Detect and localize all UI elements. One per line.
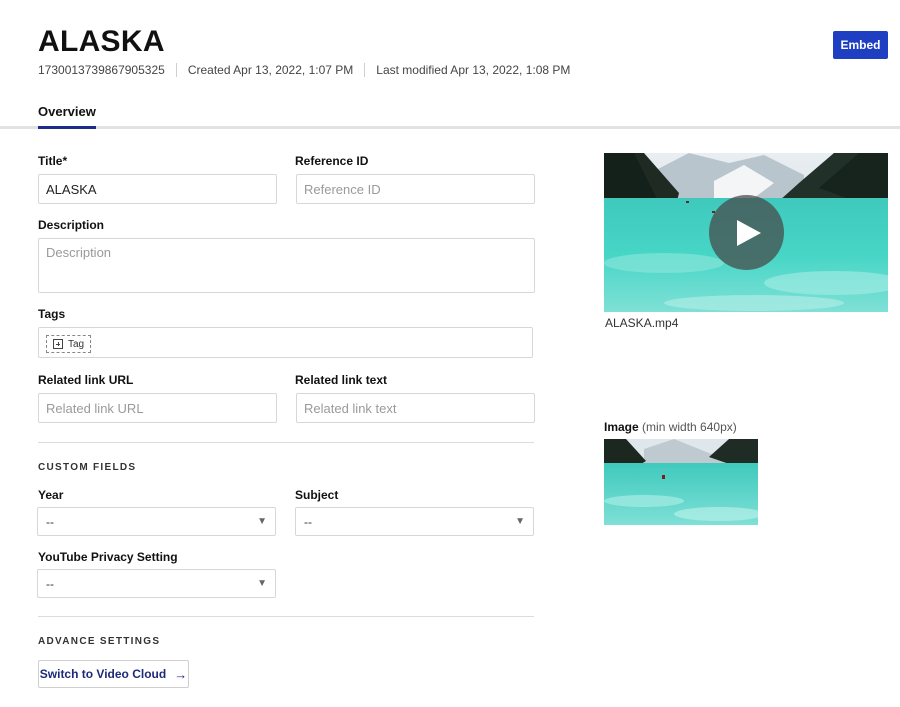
lake-thumbnail-image [604,439,758,525]
caret-down-icon: ▼ [515,516,525,527]
caret-down-icon: ▼ [257,516,267,527]
meta-separator [364,63,366,77]
title-input[interactable] [38,174,277,204]
asset-meta: 1730013739867905325 Created Apr 13, 2022… [38,62,570,78]
play-button[interactable] [709,195,784,270]
image-hint: (min width 640px) [642,420,737,434]
embed-button[interactable]: Embed [833,31,888,59]
created-date: Created Apr 13, 2022, 1:07 PM [187,63,354,77]
related-url-label: Related link URL [38,373,134,387]
tab-overview[interactable]: Overview [38,104,96,129]
page-title: ALASKA [38,25,165,58]
description-textarea[interactable] [38,238,535,293]
title-label: Title* [38,154,68,168]
modified-date: Last modified Apr 13, 2022, 1:08 PM [376,63,571,77]
youtube-privacy-value: -- [46,576,54,591]
caret-down-icon: ▼ [257,578,267,589]
related-url-input[interactable] [38,393,277,423]
subject-label: Subject [295,488,339,502]
advance-settings-heading: ADVANCE SETTINGS [38,636,161,647]
plus-square-icon [53,339,63,349]
subject-select[interactable]: -- ▼ [295,507,534,536]
subject-value: -- [304,514,312,529]
year-select[interactable]: -- ▼ [37,507,276,536]
video-preview[interactable] [604,153,888,312]
related-text-label: Related link text [295,373,388,387]
switch-label: Switch to Video Cloud [39,667,167,681]
tags-field[interactable]: Tag [38,327,533,358]
image-label-text: Image [604,420,639,434]
description-label: Description [38,218,105,232]
switch-to-video-cloud-button[interactable]: Switch to Video Cloud → [38,660,189,688]
reference-id-label: Reference ID [295,154,369,168]
custom-fields-heading: CUSTOM FIELDS [38,462,137,473]
play-icon [737,219,761,246]
year-label: Year [38,488,64,502]
section-divider [38,442,534,443]
tab-bar: Overview [0,101,900,129]
tags-label: Tags [38,307,66,321]
section-divider [38,616,534,617]
image-thumbnail[interactable] [604,439,758,525]
arrow-right-icon: → [174,666,188,682]
video-id: 1730013739867905325 [38,63,165,77]
add-tag-label: Tag [68,338,85,350]
image-label: Image (min width 640px) [604,420,737,434]
meta-separator [175,63,177,77]
add-tag-button[interactable]: Tag [46,335,92,353]
reference-id-input[interactable] [296,174,535,204]
related-text-input[interactable] [296,393,535,423]
year-value: -- [46,514,54,529]
video-filename: ALASKA.mp4 [605,316,679,330]
youtube-privacy-label: YouTube Privacy Setting [38,550,178,564]
youtube-privacy-select[interactable]: -- ▼ [37,569,276,598]
